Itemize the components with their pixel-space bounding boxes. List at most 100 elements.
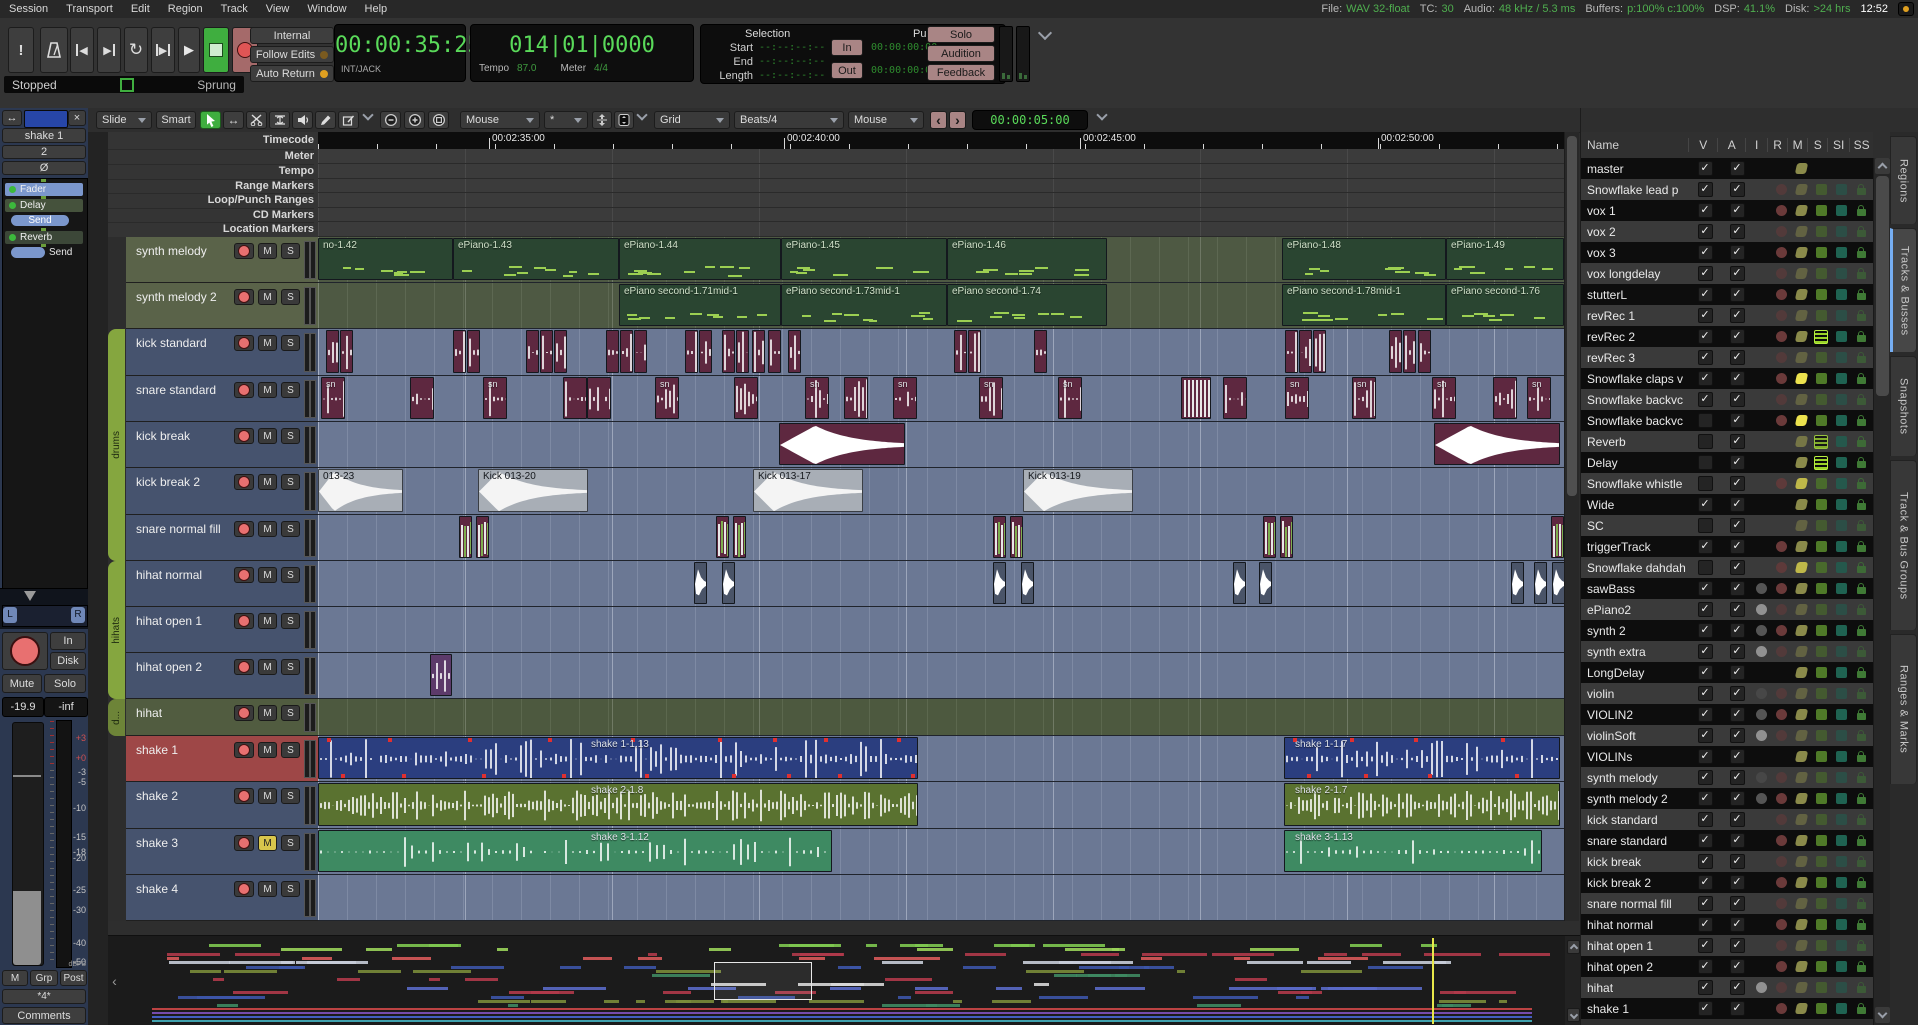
- audio-region[interactable]: [993, 516, 1006, 558]
- lock-icon[interactable]: [1857, 440, 1866, 447]
- lock-icon[interactable]: [1857, 293, 1866, 300]
- solo-safe-icon[interactable]: [1836, 625, 1847, 636]
- active-checkbox[interactable]: ✓: [1730, 308, 1745, 323]
- audio-region[interactable]: [1403, 330, 1416, 373]
- track-list-row[interactable]: synth 2✓✓: [1581, 620, 1873, 641]
- audio-region[interactable]: [540, 330, 553, 373]
- track-solo-button[interactable]: S: [281, 659, 300, 675]
- panic-button[interactable]: !: [8, 27, 34, 73]
- audio-region[interactable]: [606, 330, 619, 373]
- active-checkbox[interactable]: ✓: [1730, 182, 1745, 197]
- rec-enable-icon[interactable]: [1776, 919, 1787, 930]
- grab-tool[interactable]: [200, 111, 221, 129]
- play-range-button[interactable]: ▶: [151, 27, 175, 73]
- visible-checkbox[interactable]: ✓: [1698, 854, 1713, 869]
- side-tab-tracks-busses[interactable]: Tracks & Busses: [1890, 228, 1917, 352]
- strip-record-button[interactable]: [2, 632, 48, 670]
- track-solo-button[interactable]: S: [281, 382, 300, 398]
- track-group-tab-drums[interactable]: drums: [108, 329, 125, 561]
- fader-handle[interactable]: [13, 775, 41, 777]
- track-mute-button[interactable]: M: [258, 705, 277, 721]
- visible-checkbox[interactable]: ✓: [1698, 350, 1713, 365]
- track-rec-button[interactable]: [234, 705, 254, 721]
- track-list-row[interactable]: vox longdelay✓✓: [1581, 263, 1873, 284]
- track-lane-kick-break-2[interactable]: 013-23Kick 013-20Kick 013-17Kick 013-19: [318, 468, 1564, 515]
- track-mute-button[interactable]: M: [258, 788, 277, 804]
- track-rec-button[interactable]: [234, 243, 254, 259]
- nudge-chevron-icon[interactable]: [1098, 110, 1106, 122]
- lock-icon[interactable]: [1857, 377, 1866, 384]
- visible-checkbox[interactable]: ✓: [1698, 308, 1713, 323]
- edit-mode-dropdown[interactable]: Slide: [96, 111, 152, 129]
- solo-icon[interactable]: [1816, 646, 1827, 657]
- track-rec-button[interactable]: [234, 335, 254, 351]
- visible-checkbox[interactable]: ✓: [1698, 917, 1713, 932]
- rec-enable-icon[interactable]: [1776, 331, 1787, 342]
- audio-region[interactable]: [1233, 562, 1246, 604]
- track-mute-button[interactable]: M: [258, 521, 277, 537]
- audio-region[interactable]: [734, 377, 758, 419]
- loop-button[interactable]: ↻: [124, 27, 148, 73]
- audition-button[interactable]: Audition: [927, 45, 995, 62]
- mute-icon[interactable]: [1794, 751, 1807, 762]
- scroll-up-button[interactable]: [1875, 158, 1890, 174]
- rec-enable-icon[interactable]: [1776, 604, 1787, 615]
- track-header-shake-4[interactable]: shake 4MS: [126, 875, 318, 921]
- shrink-tracks-button[interactable]: [614, 111, 634, 129]
- track-lane-snare-normal-fill[interactable]: [318, 515, 1564, 561]
- metering-point-button[interactable]: M: [2, 970, 28, 986]
- visible-checkbox[interactable]: ✓: [1698, 707, 1713, 722]
- solo-safe-icon[interactable]: [1836, 772, 1847, 783]
- solo-icon[interactable]: [1816, 730, 1827, 741]
- draw-tool[interactable]: [315, 111, 336, 129]
- track-height-chevron-icon[interactable]: [638, 110, 646, 122]
- track-lane-snare-standard[interactable]: snsnsnsnsnsnsnsnsnsnsn: [318, 376, 1564, 422]
- track-list-row[interactable]: revRec 2✓✓: [1581, 326, 1873, 347]
- audio-region[interactable]: [467, 330, 480, 373]
- track-list-row[interactable]: Snowflake whistle✓: [1581, 473, 1873, 494]
- peak-display[interactable]: -inf: [44, 697, 88, 717]
- solo-icon[interactable]: [1816, 499, 1827, 510]
- active-checkbox[interactable]: ✓: [1730, 896, 1745, 911]
- audio-region[interactable]: shake 1-1.7: [1284, 737, 1560, 779]
- audio-region[interactable]: [1263, 516, 1276, 558]
- solo-icon[interactable]: [1816, 835, 1827, 846]
- track-lane-kick-break[interactable]: [318, 422, 1564, 468]
- edit-point-dropdown[interactable]: Mouse: [848, 111, 924, 129]
- solo-safe-icon[interactable]: [1836, 688, 1847, 699]
- mute-icon[interactable]: [1794, 247, 1807, 258]
- track-rec-button[interactable]: [234, 382, 254, 398]
- lock-icon[interactable]: [1857, 944, 1866, 951]
- menu-item-help[interactable]: Help: [356, 3, 397, 15]
- audio-region[interactable]: [788, 330, 801, 373]
- session-summary[interactable]: ‹: [108, 935, 1580, 1025]
- ruler-label-timecode[interactable]: Timecode: [108, 132, 314, 150]
- column-header-a[interactable]: A: [1717, 138, 1745, 152]
- track-list-row[interactable]: synth melody 2✓✓: [1581, 788, 1873, 809]
- visible-checkbox[interactable]: ✓: [1698, 623, 1713, 638]
- solo-safe-icon[interactable]: [1836, 499, 1847, 510]
- track-header-shake-3[interactable]: shake 3MS: [126, 829, 318, 875]
- track-header-hihat-open-1[interactable]: hihat open 1MS: [126, 607, 318, 653]
- track-list-row[interactable]: ePiano2✓✓: [1581, 599, 1873, 620]
- solo-safe-icon[interactable]: [1836, 436, 1847, 447]
- rec-enable-icon[interactable]: [1776, 310, 1787, 321]
- visible-checkbox[interactable]: ✓: [1698, 833, 1713, 848]
- active-checkbox[interactable]: ✓: [1730, 287, 1745, 302]
- solo-icon[interactable]: [1816, 604, 1827, 615]
- midi-region[interactable]: ePiano second-1.74: [947, 284, 1107, 326]
- post-button[interactable]: Post: [60, 970, 87, 986]
- gain-display[interactable]: -19.9: [2, 697, 44, 717]
- visible-checkbox[interactable]: ✓: [1698, 224, 1713, 239]
- midi-region[interactable]: ePiano-1.46: [947, 238, 1107, 280]
- solo-safe-icon[interactable]: [1836, 667, 1847, 678]
- track-list-row[interactable]: kick break✓✓: [1581, 851, 1873, 872]
- error-log-button[interactable]: [1898, 2, 1914, 16]
- track-header-shake-1[interactable]: shake 1MS: [126, 736, 318, 782]
- audio-region[interactable]: [1534, 562, 1547, 604]
- zoom-fit-button[interactable]: [428, 111, 449, 129]
- audio-region[interactable]: [733, 516, 746, 558]
- track-list-row[interactable]: kick break 2✓✓: [1581, 872, 1873, 893]
- track-list-row[interactable]: Wide✓✓: [1581, 494, 1873, 515]
- track-lane-synth-melody-2[interactable]: ePiano second-1.71mid-1ePiano second-1.7…: [318, 283, 1564, 329]
